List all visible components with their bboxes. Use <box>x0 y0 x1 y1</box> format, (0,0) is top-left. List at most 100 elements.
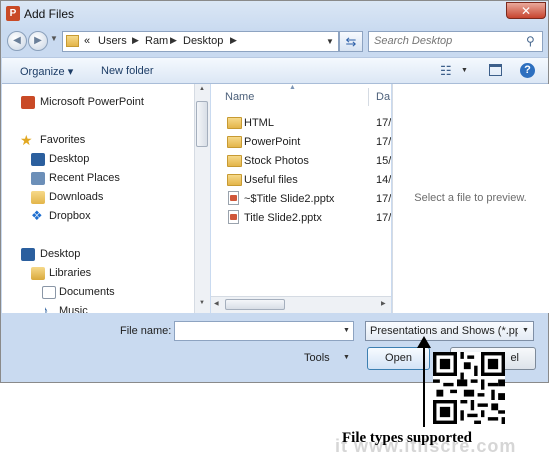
documents-icon <box>42 286 56 299</box>
scroll-right-icon[interactable]: ▶ <box>381 300 386 307</box>
dropbox-icon: ❖ <box>31 208 43 223</box>
file-name-label: File name: <box>120 325 172 337</box>
annotation-arrow-head-icon <box>417 336 431 348</box>
libraries-icon <box>31 267 45 280</box>
forward-button[interactable]: ▶ <box>28 31 48 51</box>
title-bar: P Add Files ✕ <box>1 1 548 27</box>
breadcrumb-desktop[interactable]: Desktop <box>183 35 223 47</box>
sort-ascending-icon: ▲ <box>289 84 296 91</box>
search-input[interactable] <box>374 35 519 47</box>
file-name: Useful files <box>244 174 298 186</box>
address-bar[interactable]: « Users ▶ Ram ▶ Desktop ▶ ▼ <box>62 31 339 52</box>
sidebar-item-label: Dropbox <box>49 210 91 222</box>
sidebar-item-microsoft-powerpoint[interactable]: Microsoft PowerPoint <box>2 93 194 112</box>
breadcrumb-users[interactable]: Users <box>98 35 127 47</box>
file-name: HTML <box>244 117 274 129</box>
help-icon[interactable]: ? <box>520 63 535 78</box>
folder-icon <box>227 174 242 186</box>
view-dropdown-icon[interactable]: ▼ <box>461 67 468 74</box>
breadcrumb-overflow[interactable]: « <box>84 35 90 47</box>
file-date: 17/ <box>376 136 391 148</box>
close-button[interactable]: ✕ <box>506 2 546 19</box>
address-dropdown-icon[interactable]: ▼ <box>326 37 334 46</box>
open-button[interactable]: Open <box>367 347 430 370</box>
column-header-name[interactable]: Name <box>225 91 254 103</box>
file-date: 17/ <box>376 193 391 205</box>
music-icon: ♪ <box>42 303 49 313</box>
refresh-icon[interactable]: ⇆ <box>339 31 363 52</box>
breadcrumb-separator-icon[interactable]: ▶ <box>170 35 177 46</box>
navigation-scroll-thumb[interactable] <box>196 101 208 147</box>
sidebar-item-dropbox[interactable]: ❖ Dropbox <box>2 207 194 226</box>
sidebar-item-label: Desktop <box>40 248 81 260</box>
downloads-icon <box>31 191 45 204</box>
tools-button[interactable]: Tools <box>304 352 330 364</box>
sidebar-item-label: Libraries <box>49 267 92 279</box>
sidebar-item-favorites[interactable]: ★ Favorites <box>2 131 194 150</box>
scroll-up-icon[interactable]: ▲ <box>199 86 205 92</box>
file-name: PowerPoint <box>244 136 301 148</box>
file-name: Title Slide2.pptx <box>244 212 322 224</box>
annotation-arrow-shaft <box>423 345 425 427</box>
navigation-scrollbar[interactable]: ▲ ▼ <box>194 84 210 313</box>
file-row-useful-files[interactable]: Useful files 14/ <box>211 171 391 190</box>
file-list: Name ▲ Da HTML 17/ PowerPoint 17/ Stock … <box>211 84 391 296</box>
recent-places-icon <box>31 172 45 185</box>
file-date: 15/ <box>376 155 391 167</box>
scroll-left-icon[interactable]: ◀ <box>214 300 219 307</box>
sidebar-item-label: Favorites <box>40 134 86 146</box>
sidebar-item-label: Desktop <box>49 153 90 165</box>
file-name: Stock Photos <box>244 155 309 167</box>
file-name-input[interactable]: ▼ <box>174 321 354 341</box>
breadcrumb-separator-icon[interactable]: ▶ <box>230 35 237 46</box>
scroll-down-icon[interactable]: ▼ <box>199 300 205 306</box>
file-name-dropdown-icon[interactable]: ▼ <box>343 327 350 334</box>
file-list-horizontal-scrollbar[interactable]: ◀ ▶ <box>211 296 391 313</box>
file-date: 17/ <box>376 212 391 224</box>
folder-icon <box>66 35 79 47</box>
horizontal-scroll-thumb[interactable] <box>225 299 285 310</box>
sidebar-item-libraries[interactable]: Libraries <box>2 264 194 283</box>
command-toolbar: Organize ▾ New folder ☷ ▼ ? <box>2 57 548 84</box>
file-row-title-slide[interactable]: Title Slide2.pptx 17/ <box>211 209 391 228</box>
search-box[interactable]: ⚲ <box>368 31 543 52</box>
column-divider[interactable] <box>368 88 369 106</box>
sidebar-item-label: Recent Places <box>49 172 120 184</box>
file-row-powerpoint[interactable]: PowerPoint 17/ <box>211 133 391 152</box>
search-icon[interactable]: ⚲ <box>526 34 535 48</box>
navigation-pane: Microsoft PowerPoint ★ Favorites Desktop… <box>2 84 194 313</box>
preview-pane-icon[interactable] <box>489 64 502 76</box>
annotation-caption: File types supported <box>342 430 473 446</box>
sidebar-item-label: Documents <box>59 286 115 298</box>
file-name: ~$Title Slide2.pptx <box>244 193 335 205</box>
organize-button[interactable]: Organize ▾ <box>20 65 73 78</box>
file-date: 17/ <box>376 117 391 129</box>
file-type-select[interactable]: Presentations and Shows (*.ppt ▼ <box>365 321 534 341</box>
qr-code-icon <box>433 352 505 424</box>
star-icon: ★ <box>20 132 33 148</box>
sidebar-item-desktop-root[interactable]: Desktop <box>2 245 194 264</box>
powerpoint-app-icon: P <box>6 6 20 21</box>
back-button[interactable]: ◀ <box>7 31 27 51</box>
tools-dropdown-icon[interactable]: ▼ <box>343 354 350 361</box>
file-row-html[interactable]: HTML 17/ <box>211 114 391 133</box>
folder-icon <box>227 155 242 167</box>
file-type-dropdown-icon[interactable]: ▼ <box>522 327 529 334</box>
file-row-temp-title-slide[interactable]: ~$Title Slide2.pptx 17/ <box>211 190 391 209</box>
change-view-icon[interactable]: ☷ <box>440 63 452 79</box>
pptx-file-icon <box>228 210 239 224</box>
file-row-stock-photos[interactable]: Stock Photos 15/ <box>211 152 391 171</box>
desktop-icon <box>31 153 45 166</box>
sidebar-item-downloads[interactable]: Downloads <box>2 188 194 207</box>
sidebar-item-documents[interactable]: Documents <box>2 283 194 302</box>
sidebar-item-recent-places[interactable]: Recent Places <box>2 169 194 188</box>
breadcrumb-ram[interactable]: Ram <box>145 35 168 47</box>
recent-locations-chevron-icon[interactable]: ▼ <box>50 34 60 48</box>
sidebar-item-desktop[interactable]: Desktop <box>2 150 194 169</box>
sidebar-item-label: Downloads <box>49 191 104 203</box>
breadcrumb-separator-icon[interactable]: ▶ <box>132 35 139 46</box>
sidebar-item-label: Microsoft PowerPoint <box>40 96 144 108</box>
column-header-date[interactable]: Da <box>376 91 390 103</box>
new-folder-button[interactable]: New folder <box>101 65 154 77</box>
sidebar-item-music[interactable]: ♪ Music <box>2 302 194 313</box>
